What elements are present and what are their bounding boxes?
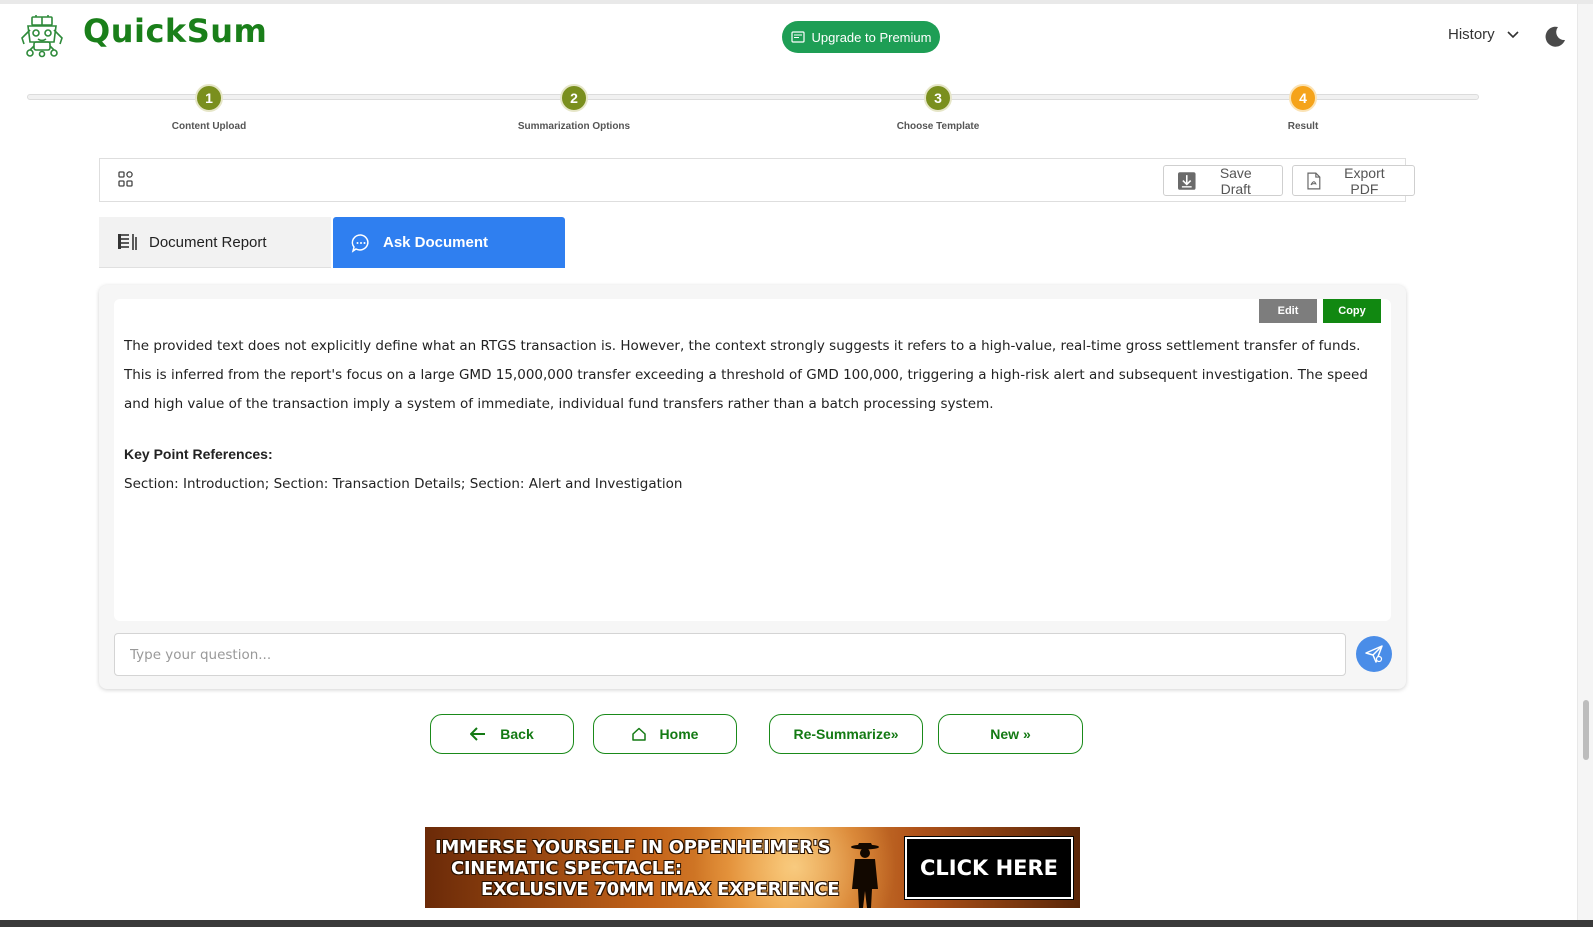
step-label: Choose Template: [896, 121, 980, 132]
ad-line-3: EXCLUSIVE 70MM IMAX EXPERIENCE: [481, 879, 840, 900]
ad-click-here-button[interactable]: CLICK HERE: [905, 837, 1073, 899]
ad-line-1: IMMERSE YOURSELF IN OPPENHEIMER'S: [435, 837, 831, 858]
step-choose-template[interactable]: 3 Choose Template: [858, 84, 1018, 132]
step-label: Result: [1287, 121, 1319, 132]
send-button[interactable]: [1356, 636, 1392, 672]
bottom-bar: [0, 920, 1593, 927]
answer-box: Edit Copy The provided text does not exp…: [114, 299, 1391, 621]
ad-banner[interactable]: IMMERSE YOURSELF IN OPPENHEIMER'S CINEMA…: [425, 827, 1080, 908]
step-label: Content Upload: [171, 121, 247, 132]
document-lines-icon: [118, 234, 137, 250]
top-border: [0, 0, 1593, 4]
ask-document-panel: Edit Copy The provided text does not exp…: [99, 285, 1406, 689]
history-dropdown[interactable]: History: [1448, 26, 1519, 43]
tab-document-report[interactable]: Document Report: [99, 217, 331, 268]
resummarize-button[interactable]: Re-Summarize»: [769, 714, 923, 754]
robot-icon[interactable]: [18, 14, 66, 58]
home-label: Home: [659, 726, 699, 742]
answer-text: The provided text does not explicitly de…: [124, 338, 1368, 412]
card-icon: [790, 31, 805, 43]
download-icon: [1178, 171, 1196, 190]
back-label: Back: [500, 726, 534, 742]
resummarize-label: Re-Summarize»: [793, 726, 899, 742]
step-number: 1: [195, 84, 223, 112]
tab-ask-document[interactable]: Ask Document: [333, 217, 565, 268]
chevron-down-icon: [1507, 30, 1519, 38]
pdf-icon: [1307, 172, 1321, 189]
export-pdf-label: Export PDF: [1344, 164, 1385, 197]
home-button[interactable]: Home: [593, 714, 737, 754]
chat-bubble-icon: [351, 233, 369, 253]
upgrade-label: Upgrade to Premium: [811, 29, 932, 45]
question-input[interactable]: [114, 633, 1346, 676]
step-number: 3: [924, 84, 952, 112]
new-label: New »: [990, 726, 1031, 742]
step-number: 4: [1289, 84, 1317, 112]
report-toolbar: Save Draft Export PDF: [99, 158, 1415, 202]
step-result[interactable]: 4 Result: [1223, 84, 1383, 132]
grid-icon[interactable]: [118, 171, 134, 187]
arrow-left-icon: [470, 727, 486, 741]
history-label: History: [1448, 26, 1495, 43]
ad-line-2: CINEMATIC SPECTACLE:: [451, 858, 682, 879]
step-summarization-options[interactable]: 2 Summarization Options: [494, 84, 654, 132]
back-button[interactable]: Back: [430, 714, 574, 754]
page-scrollbar[interactable]: [1577, 4, 1593, 920]
key-points-text: Section: Introduction; Section: Transact…: [124, 476, 683, 492]
tab-label: Ask Document: [383, 234, 489, 251]
app-logo-text[interactable]: QuickSum: [83, 12, 267, 50]
edit-button[interactable]: Edit: [1259, 299, 1317, 323]
new-button[interactable]: New »: [938, 714, 1083, 754]
tab-label: Document Report: [149, 233, 267, 251]
step-content-upload[interactable]: 1 Content Upload: [129, 84, 289, 132]
scrollbar-thumb[interactable]: [1583, 700, 1589, 760]
ad-headline: IMMERSE YOURSELF IN OPPENHEIMER'S CINEMA…: [435, 837, 840, 900]
step-label: Summarization Options: [517, 121, 631, 132]
export-pdf-button[interactable]: Export PDF: [1292, 164, 1415, 197]
home-icon: [631, 727, 646, 741]
save-draft-button[interactable]: Save Draft: [1163, 164, 1283, 197]
send-icon: [1365, 645, 1383, 663]
key-points-title: Key Point References:: [124, 446, 273, 462]
tabs-row: Document Report Ask Document: [99, 217, 1406, 268]
copy-button[interactable]: Copy: [1323, 299, 1381, 323]
man-silhouette-icon: [851, 843, 879, 908]
save-draft-label: Save Draft: [1219, 164, 1252, 197]
step-number: 2: [560, 84, 588, 112]
moon-icon[interactable]: [1543, 25, 1567, 49]
upgrade-button[interactable]: Upgrade to Premium: [782, 21, 940, 53]
